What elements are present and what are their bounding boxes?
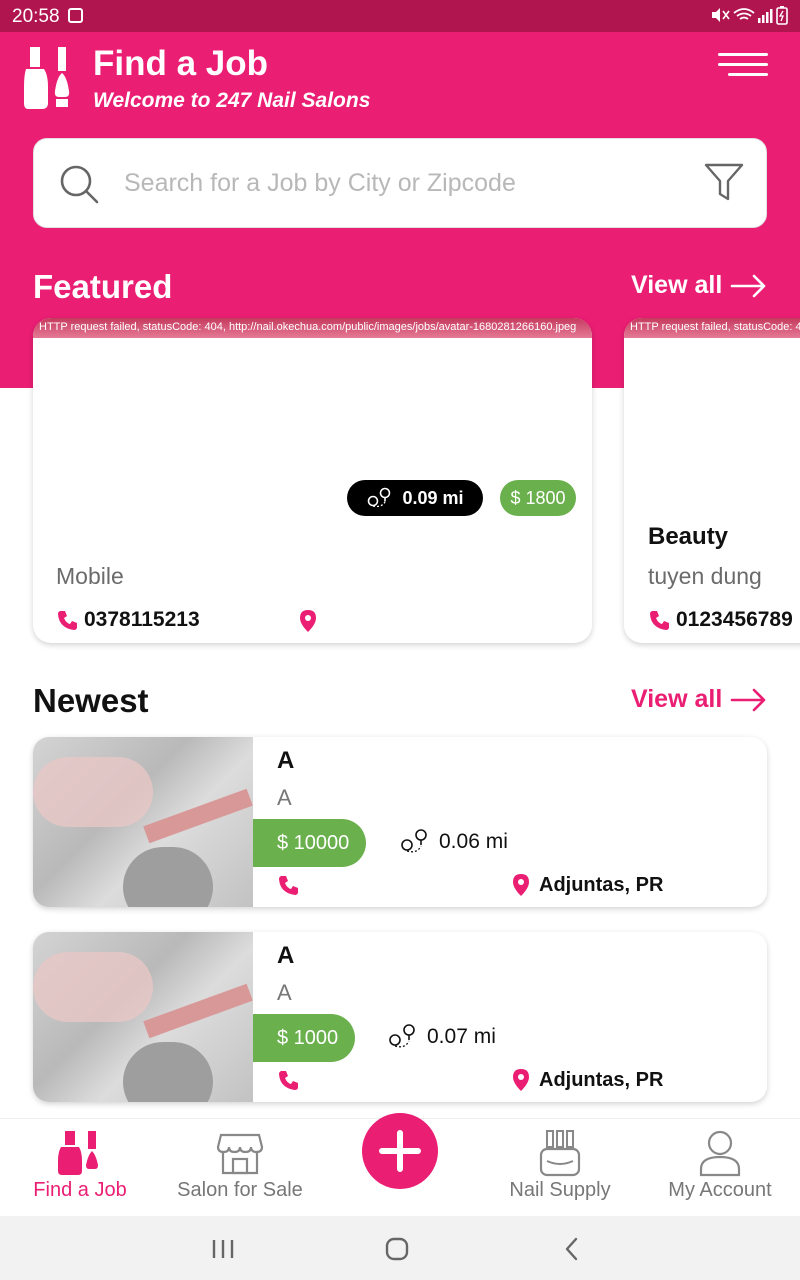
arrow-right-icon <box>730 274 766 297</box>
job-subtitle: tuyen dung <box>648 563 762 589</box>
distance-value: 0.06 mi <box>439 830 508 853</box>
price-badge: $ 1800 <box>500 480 576 516</box>
job-title: A <box>277 747 295 774</box>
back-icon[interactable] <box>562 1237 582 1261</box>
distance-value: 0.07 mi <box>427 1025 496 1048</box>
plus-icon <box>379 1130 421 1172</box>
nav-find-a-job[interactable]: Find a Job <box>0 1119 160 1217</box>
location-pin-icon <box>513 1069 529 1091</box>
nail-polish-logo-icon <box>24 47 70 109</box>
price-value: $ 1000 <box>277 1026 339 1049</box>
featured-title: Featured <box>33 268 173 305</box>
location-pin-icon <box>300 610 316 632</box>
nav-label: Nail Supply <box>509 1179 611 1201</box>
distance-info: 0.07 mi <box>387 1022 496 1052</box>
job-location: Adjuntas, PR <box>511 1068 663 1092</box>
location-pin-icon <box>513 874 529 896</box>
phone-value: 0123456789 <box>676 608 793 631</box>
distance-value: 0.09 mi <box>402 487 464 508</box>
bottom-navigation: Find a Job Salon for Sale Nail Supply My… <box>0 1113 800 1217</box>
newest-title: Newest <box>33 682 149 719</box>
featured-job-card[interactable]: HTTP request failed, statusCode: 4 Beaut… <box>624 318 800 643</box>
system-navigation-bar <box>0 1216 800 1280</box>
featured-job-card[interactable]: HTTP request failed, statusCode: 404, ht… <box>33 318 592 643</box>
home-icon[interactable] <box>385 1237 409 1261</box>
mute-wifi-signal-battery-icon <box>712 6 788 25</box>
route-pin-icon <box>389 1024 415 1048</box>
price-value: $ 10000 <box>277 831 350 854</box>
nav-label: My Account <box>668 1179 772 1201</box>
job-thumbnail <box>33 737 253 907</box>
job-title: A <box>277 942 295 969</box>
location-value: Adjuntas, PR <box>539 873 664 896</box>
phone-icon[interactable] <box>277 873 301 897</box>
phone-icon[interactable] <box>277 1068 301 1092</box>
image-error-text: HTTP request failed, statusCode: 404, ht… <box>33 318 592 338</box>
nav-salon-for-sale[interactable]: Salon for Sale <box>160 1119 320 1217</box>
status-bar: 20:58 <box>0 0 800 32</box>
phone-value: 0378115213 <box>84 608 200 631</box>
nav-nail-supply[interactable]: Nail Supply <box>480 1119 640 1217</box>
job-subtitle: A <box>277 980 292 1005</box>
app-title: Find a Job <box>93 44 268 83</box>
nav-label: Find a Job <box>33 1179 127 1201</box>
search-input[interactable] <box>124 163 684 203</box>
phone-icon <box>58 611 77 630</box>
user-account-icon <box>699 1130 741 1177</box>
featured-view-all-link[interactable]: View all <box>631 271 768 300</box>
newest-job-card[interactable]: A A $ 1000 0.07 mi Adjuntas, PR <box>33 932 767 1102</box>
storefront-icon <box>216 1133 264 1175</box>
price-badge: $ 10000 <box>253 819 366 867</box>
nail-supply-icon <box>539 1130 581 1177</box>
price-badge: $ 1000 <box>253 1014 355 1062</box>
job-subtitle: A <box>277 785 292 810</box>
image-error-text: HTTP request failed, statusCode: 4 <box>624 318 800 338</box>
view-all-label: View all <box>631 271 723 299</box>
newest-view-all-link[interactable]: View all <box>631 685 768 714</box>
add-job-button[interactable] <box>362 1113 438 1189</box>
nav-label: Salon for Sale <box>177 1179 303 1201</box>
recent-apps-icon[interactable] <box>210 1238 236 1260</box>
system-status-icons <box>710 5 790 30</box>
hamburger-menu-icon[interactable] <box>718 53 768 79</box>
filter-icon[interactable] <box>704 161 744 205</box>
phone-number[interactable]: 0378115213 <box>56 608 200 632</box>
route-pin-icon <box>368 487 391 508</box>
distance-info: 0.06 mi <box>399 827 508 857</box>
phone-icon <box>650 611 669 630</box>
arrow-right-icon <box>730 688 766 711</box>
location-value: Adjuntas, PR <box>539 1068 664 1091</box>
notification-icon <box>68 8 83 23</box>
view-all-label: View all <box>631 685 723 713</box>
job-location: Adjuntas, PR <box>511 873 663 897</box>
nav-my-account[interactable]: My Account <box>640 1119 800 1217</box>
job-name: Beauty <box>648 523 729 550</box>
nail-polish-icon <box>58 1131 98 1175</box>
search-icon <box>60 165 99 204</box>
job-subtitle: Mobile <box>56 563 124 589</box>
app-subtitle: Welcome to 247 Nail Salons <box>93 89 371 112</box>
price-value: $ 1800 <box>510 487 566 508</box>
job-thumbnail <box>33 932 253 1102</box>
route-pin-icon <box>401 829 427 853</box>
newest-job-card[interactable]: A A $ 10000 0.06 mi Adjuntas, PR <box>33 737 767 907</box>
search-bar[interactable] <box>33 138 767 228</box>
phone-number[interactable]: 0123456789 <box>648 608 793 632</box>
distance-badge: 0.09 mi <box>347 480 483 516</box>
status-time: 20:58 <box>12 6 60 27</box>
